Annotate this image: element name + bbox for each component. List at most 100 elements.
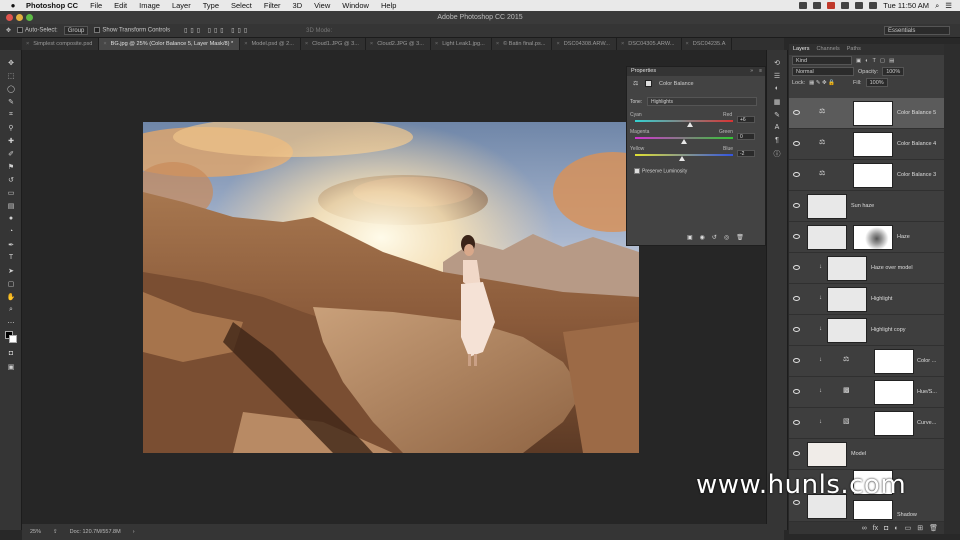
layer-row[interactable]: ↓ Highlight copy — [789, 315, 944, 346]
layer-row[interactable]: ↓ ⚖ Color ... — [789, 346, 944, 377]
libraries-panel-icon[interactable]: ▦ — [767, 95, 787, 108]
layer-name[interactable]: Curve... — [917, 420, 936, 426]
close-tab-icon[interactable]: × — [26, 41, 29, 47]
auto-select-checkbox[interactable] — [17, 27, 24, 34]
layer-name[interactable]: Haze over model — [871, 265, 913, 271]
wifi-icon[interactable] — [841, 2, 850, 9]
transform-controls-checkbox[interactable] — [94, 27, 101, 34]
magenta-green-value[interactable]: 0 — [737, 133, 755, 140]
close-tab-icon[interactable]: × — [370, 41, 373, 47]
visibility-eye-icon[interactable] — [793, 141, 800, 146]
close-tab-icon[interactable]: × — [435, 41, 438, 47]
close-tab-icon[interactable]: × — [686, 41, 689, 47]
tab-light-leak[interactable]: × Light Leak1.jpg... — [431, 38, 492, 50]
layer-row[interactable]: ↓ ▧ Curve... — [789, 408, 944, 439]
layer-row[interactable]: ↓ Highlight — [789, 284, 944, 315]
layer-name[interactable]: Sun haze — [851, 203, 874, 209]
marquee-tool-icon[interactable]: ⬚ — [0, 69, 22, 82]
volume-icon[interactable] — [855, 2, 864, 9]
layer-row[interactable]: ↓ Haze over model — [789, 253, 944, 284]
opacity-input[interactable]: 100% — [882, 67, 905, 76]
delete-layer-icon[interactable]: 🗑 — [929, 524, 938, 532]
menu-filter[interactable]: Filter — [264, 1, 281, 10]
fx-icon[interactable]: fx — [873, 525, 878, 532]
screen-mode-icon[interactable]: ▣ — [0, 360, 22, 373]
share-icon[interactable]: ⇪ — [53, 529, 58, 535]
zoom-tool-icon[interactable]: ⌕ — [0, 303, 22, 316]
quick-select-tool-icon[interactable]: ✎ — [0, 95, 22, 108]
healing-tool-icon[interactable]: ✚ — [0, 134, 22, 147]
preserve-luminosity-row[interactable]: Preserve Luminosity — [634, 168, 687, 174]
layer-mask-thumbnail[interactable] — [853, 163, 893, 188]
move-tool-icon[interactable]: ✥ — [6, 27, 11, 34]
reset-icon[interactable]: ↺ — [712, 234, 717, 241]
menu-help[interactable]: Help — [381, 1, 396, 10]
menu-image[interactable]: Image — [139, 1, 160, 10]
menu-list-icon[interactable]: ☰ — [945, 1, 952, 10]
link-layers-icon[interactable]: ∞ — [862, 525, 867, 532]
menu-layer[interactable]: Layer — [172, 1, 191, 10]
new-group-icon[interactable]: ▭ — [905, 524, 912, 532]
gradient-tool-icon[interactable]: ▤ — [0, 199, 22, 212]
zoom-window-button[interactable] — [26, 14, 33, 21]
menu-view[interactable]: View — [314, 1, 330, 10]
auto-select-dropdown[interactable]: Group — [63, 26, 89, 35]
background-color-swatch[interactable] — [9, 335, 17, 343]
tab-dsc04305[interactable]: × DSC04305.ARW... — [617, 38, 682, 50]
visibility-eye-icon[interactable] — [793, 296, 800, 301]
layer-name[interactable]: Color Balance 3 — [897, 172, 936, 178]
layer-mask-thumbnail[interactable] — [853, 500, 893, 520]
layer-row[interactable]: Haze — [789, 222, 944, 253]
layer-thumbnail[interactable] — [827, 287, 867, 312]
tab-model-psd[interactable]: × Model.psd @ 2... — [240, 38, 301, 50]
tab-cloud2[interactable]: × Cloud2.JPG @ 3... — [366, 38, 431, 50]
collapse-panel-icon[interactable]: » — [750, 68, 753, 74]
color-swatches[interactable] — [0, 329, 22, 347]
filter-type-icon[interactable]: T — [873, 58, 876, 64]
menu-3d[interactable]: 3D — [293, 1, 303, 10]
visibility-eye-icon[interactable] — [793, 420, 800, 425]
blend-mode-dropdown[interactable]: Normal — [792, 67, 854, 76]
close-tab-icon[interactable]: × — [496, 41, 499, 47]
view-previous-icon[interactable]: ◉ — [700, 234, 705, 241]
new-layer-icon[interactable]: ⊞ — [917, 524, 923, 532]
clip-to-layer-icon[interactable]: ▣ — [687, 234, 693, 241]
tab-channels[interactable]: Channels — [817, 44, 840, 55]
layer-mask-thumbnail[interactable] — [853, 101, 893, 126]
tab-paths[interactable]: Paths — [847, 44, 861, 55]
status-icon[interactable] — [827, 2, 836, 9]
menu-edit[interactable]: Edit — [114, 1, 127, 10]
layer-thumbnail[interactable] — [827, 256, 867, 281]
shape-tool-icon[interactable]: ▢ — [0, 277, 22, 290]
layer-mask-thumbnail[interactable] — [874, 349, 914, 374]
cyan-red-value[interactable]: +6 — [737, 116, 755, 123]
visibility-eye-icon[interactable] — [793, 172, 800, 177]
new-adjustment-icon[interactable]: ◐ — [894, 525, 898, 532]
tone-dropdown[interactable]: Highlights — [647, 97, 757, 106]
tab-layers[interactable]: Layers — [793, 44, 810, 55]
search-icon[interactable]: ⌕ — [935, 1, 939, 11]
layer-name[interactable]: Haze — [897, 234, 910, 240]
lock-icons[interactable]: ▦ ✎ ✥ 🔒 — [809, 80, 835, 86]
close-tab-icon[interactable]: × — [244, 41, 247, 47]
filter-pixel-icon[interactable]: ▣ — [856, 58, 861, 64]
magenta-green-slider-thumb[interactable] — [681, 139, 687, 144]
tab-simplest-composite[interactable]: × Simplest composite.psd — [22, 38, 100, 50]
kind-filter-dropdown[interactable]: Kind — [792, 56, 852, 65]
adjustments-panel-icon[interactable]: ◐ — [767, 82, 787, 95]
layer-mask-thumbnail[interactable] — [853, 132, 893, 157]
visibility-icon[interactable]: ◎ — [724, 234, 729, 241]
document-canvas-image[interactable] — [143, 122, 639, 453]
filter-shape-icon[interactable]: ▢ — [880, 58, 885, 64]
filter-smart-icon[interactable]: ▤ — [889, 58, 894, 64]
layer-thumbnail[interactable] — [807, 225, 847, 250]
layers-scrollbar[interactable] — [944, 44, 960, 534]
mask-icon[interactable] — [645, 80, 652, 87]
yellow-blue-slider-thumb[interactable] — [679, 156, 686, 161]
layer-thumbnail[interactable] — [807, 442, 847, 467]
tab-dsc04235[interactable]: × DSC04235.A — [682, 38, 733, 50]
battery-icon[interactable] — [869, 2, 878, 9]
menu-select[interactable]: Select — [231, 1, 252, 10]
character-panel-icon[interactable]: A — [767, 121, 787, 134]
layer-name[interactable]: Highlight — [871, 296, 892, 302]
